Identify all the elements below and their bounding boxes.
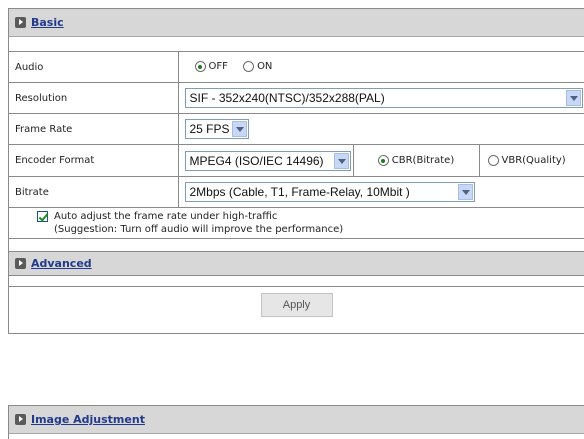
dropdown-arrow-icon[interactable] [565, 90, 581, 106]
basic-settings-table: Audio OFF ON Resolution SIF - 352x240(NT… [9, 51, 584, 239]
basic-link[interactable]: Basic [31, 16, 64, 29]
image-adjustment-link[interactable]: Image Adjustment [31, 413, 145, 426]
vbr-cell: VBR(Quality) [478, 145, 584, 176]
dropdown-arrow-icon[interactable] [457, 184, 473, 200]
advanced-link[interactable]: Advanced [31, 257, 92, 270]
encoder-select-wrap: MPEG4 (ISO/IEC 14496) [179, 150, 353, 171]
resolution-cell: SIF - 352x240(NTSC)/352x288(PAL) [177, 82, 584, 114]
encoder-format-cell: MPEG4 (ISO/IEC 14496) CBR(Bitrate) VBR(Q… [177, 144, 584, 177]
settings-panel: Basic Audio OFF ON Resolution SIF - 352x… [8, 8, 584, 334]
audio-on-radio[interactable] [243, 61, 255, 73]
bitrate-cell: 2Mbps (Cable, T1, Frame-Relay, 10Mbit ) [177, 176, 584, 208]
encoder-format-select[interactable]: MPEG4 (ISO/IEC 14496) [184, 150, 351, 171]
resolution-label: Resolution [9, 82, 179, 114]
encoder-format-label: Encoder Format [9, 144, 179, 177]
audio-options: OFF ON [177, 51, 584, 83]
cbr-cell: CBR(Bitrate) [352, 145, 479, 176]
gap-row [9, 239, 584, 252]
gap-row [9, 276, 584, 287]
arrow-right-icon [15, 258, 26, 269]
dropdown-arrow-icon[interactable] [333, 152, 349, 169]
resolution-select[interactable]: SIF - 352x240(NTSC)/352x288(PAL) [184, 88, 583, 108]
bitrate-select[interactable]: 2Mbps (Cable, T1, Frame-Relay, 10Mbit ) [184, 182, 475, 202]
auto-adjust-cell: Auto adjust the frame rate under high-tr… [9, 207, 584, 239]
apply-button[interactable]: Apply [260, 293, 333, 317]
vbr-label: VBR(Quality) [501, 155, 566, 166]
audio-row: Audio OFF ON [9, 51, 584, 83]
encoder-format-row: Encoder Format MPEG4 (ISO/IEC 14496) CBR… [9, 144, 584, 177]
frame-rate-cell: 25 FPS [177, 113, 584, 145]
auto-adjust-line1: Auto adjust the frame rate under high-tr… [54, 211, 278, 222]
cbr-label: CBR(Bitrate) [391, 155, 455, 166]
resolution-row: Resolution SIF - 352x240(NTSC)/352x288(P… [9, 82, 584, 114]
frame-rate-value: 25 FPS [189, 122, 230, 136]
image-adjustment-header: Image Adjustment [9, 406, 584, 434]
audio-label: Audio [9, 51, 179, 83]
basic-section-header: Basic [9, 9, 584, 37]
bitrate-row: Bitrate 2Mbps (Cable, T1, Frame-Relay, 1… [9, 176, 584, 208]
encoder-format-value: MPEG4 (ISO/IEC 14496) [189, 153, 324, 168]
dropdown-arrow-icon[interactable] [231, 121, 247, 137]
arrow-right-icon [15, 17, 26, 28]
frame-rate-select[interactable]: 25 FPS [184, 119, 249, 139]
auto-adjust-row: Auto adjust the frame rate under high-tr… [9, 207, 584, 239]
auto-adjust-line2: (Suggestion: Turn off audio will improve… [54, 224, 344, 235]
bitrate-value: 2Mbps (Cable, T1, Frame-Relay, 10Mbit ) [189, 185, 410, 199]
audio-off-radio[interactable] [194, 61, 206, 73]
arrow-right-icon [15, 414, 26, 425]
image-adjustment-panel: Image Adjustment [8, 405, 584, 439]
bitrate-label: Bitrate [9, 176, 179, 208]
apply-row: Apply [9, 287, 584, 323]
audio-off-label: OFF [208, 61, 228, 73]
advanced-section-header: Advanced [9, 252, 584, 276]
frame-rate-row: Frame Rate 25 FPS [9, 113, 584, 145]
cbr-radio[interactable] [377, 155, 389, 166]
frame-rate-label: Frame Rate [9, 113, 179, 145]
resolution-value: SIF - 352x240(NTSC)/352x288(PAL) [189, 91, 385, 105]
audio-on-label: ON [257, 61, 273, 73]
auto-adjust-checkbox[interactable] [37, 211, 48, 222]
auto-adjust-text: Auto adjust the frame rate under high-tr… [54, 210, 343, 236]
vbr-radio[interactable] [487, 155, 499, 166]
